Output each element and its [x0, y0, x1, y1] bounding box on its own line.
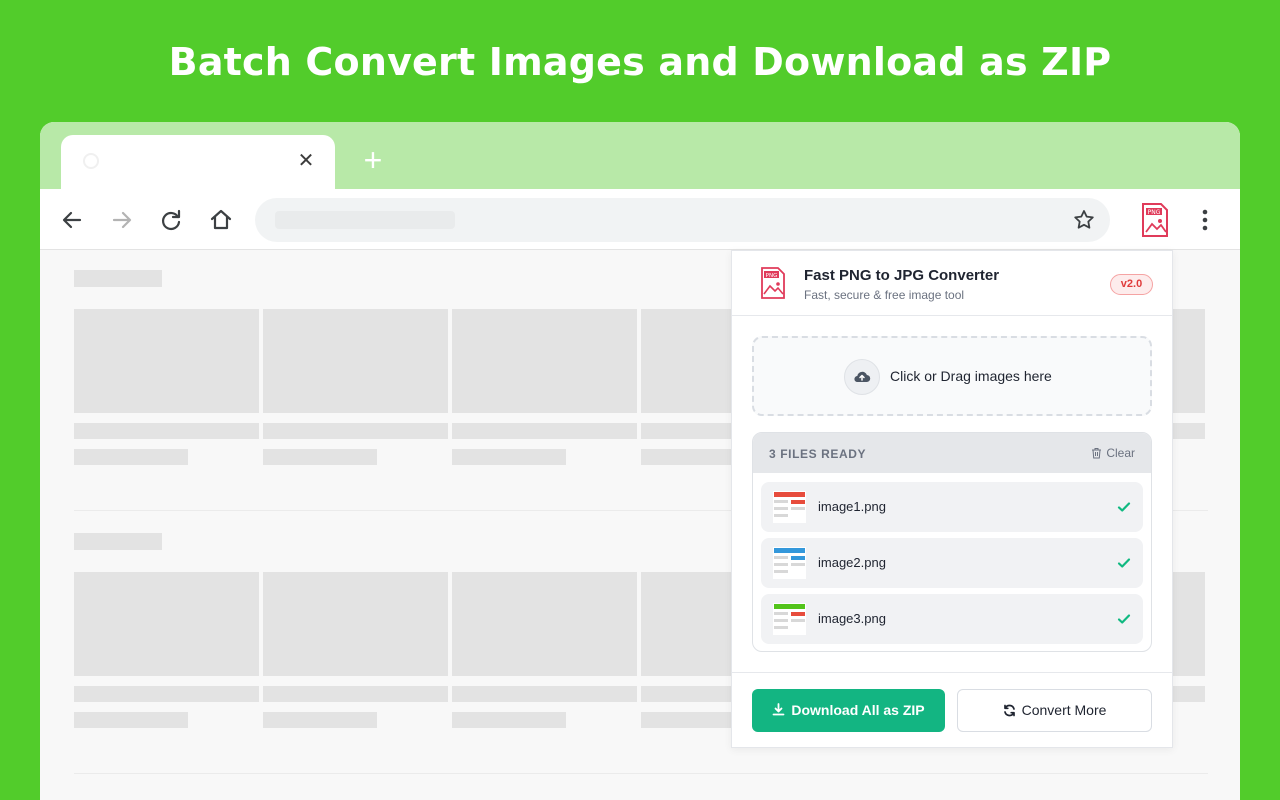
- file-name: image2.png: [818, 555, 886, 570]
- skeleton-line: [263, 712, 377, 728]
- file-name: image3.png: [818, 611, 886, 626]
- divider: [74, 773, 1208, 774]
- url-placeholder: [275, 211, 455, 229]
- footer-divider: [732, 672, 1172, 673]
- skeleton-line: [1170, 423, 1205, 439]
- check-icon: [1117, 558, 1131, 568]
- check-icon: [1117, 502, 1131, 512]
- skeleton-card: [263, 309, 448, 413]
- file-name: image1.png: [818, 499, 886, 514]
- skeleton-line: [263, 423, 448, 439]
- skeleton-heading: [74, 533, 162, 550]
- image-thumbnail: [773, 491, 806, 523]
- forward-arrow-icon[interactable]: [108, 206, 136, 234]
- convert-label: Convert More: [1021, 702, 1107, 718]
- skeleton-card: [1170, 309, 1205, 413]
- version-badge: v2.0: [1110, 274, 1153, 295]
- close-tab-icon[interactable]: ✕: [295, 150, 317, 172]
- file-list-panel: 3 FILES READY Clear image1.png image2.pn…: [752, 432, 1152, 652]
- reload-icon[interactable]: [157, 206, 185, 234]
- download-zip-button[interactable]: Download All as ZIP: [752, 689, 945, 732]
- skeleton-line: [263, 686, 448, 702]
- skeleton-line: [1170, 686, 1205, 702]
- png-file-icon: PNG: [760, 266, 786, 300]
- skeleton-card: [452, 309, 637, 413]
- new-tab-icon[interactable]: +: [359, 144, 387, 176]
- popup-subtitle: Fast, secure & free image tool: [804, 288, 965, 302]
- skeleton-card: [263, 572, 448, 676]
- bookmark-star-icon[interactable]: [1072, 208, 1096, 232]
- clear-button[interactable]: Clear: [1091, 446, 1135, 460]
- skeleton-heading: [74, 270, 162, 287]
- skeleton-line: [452, 449, 566, 465]
- browser-toolbar: PNG: [40, 189, 1240, 250]
- tab-bar: ✕ +: [40, 122, 1240, 189]
- skeleton-line: [74, 712, 188, 728]
- download-label: Download All as ZIP: [791, 702, 925, 718]
- files-count-label: 3 FILES READY: [769, 447, 867, 461]
- skeleton-line: [452, 712, 566, 728]
- skeleton-line: [263, 449, 377, 465]
- file-item: image2.png: [761, 538, 1143, 588]
- browser-menu-icon[interactable]: [1195, 207, 1215, 233]
- address-bar[interactable]: [255, 198, 1110, 242]
- back-arrow-icon[interactable]: [58, 206, 86, 234]
- favicon-icon: [83, 153, 99, 169]
- skeleton-card: [74, 309, 259, 413]
- image-thumbnail: [773, 603, 806, 635]
- popup-header: PNG Fast PNG to JPG Converter Fast, secu…: [732, 251, 1172, 316]
- skeleton-card: [452, 572, 637, 676]
- skeleton-line: [452, 686, 637, 702]
- convert-more-button[interactable]: Convert More: [957, 689, 1152, 732]
- skeleton-card: [74, 572, 259, 676]
- image-dropzone[interactable]: Click or Drag images here: [752, 336, 1152, 416]
- skeleton-card: [1170, 572, 1205, 676]
- svg-text:PNG: PNG: [1148, 209, 1161, 216]
- skeleton-line: [452, 423, 637, 439]
- cloud-upload-icon: [844, 359, 880, 395]
- file-item: image3.png: [761, 594, 1143, 644]
- dropzone-label: Click or Drag images here: [890, 368, 1052, 384]
- svg-text:PNG: PNG: [766, 273, 778, 279]
- clear-label: Clear: [1106, 446, 1135, 460]
- download-icon: [772, 703, 785, 716]
- home-icon[interactable]: [207, 206, 235, 234]
- popup-title: Fast PNG to JPG Converter: [804, 267, 1000, 284]
- refresh-icon: [1003, 704, 1015, 717]
- check-icon: [1117, 614, 1131, 624]
- extension-png-icon[interactable]: PNG: [1141, 202, 1169, 238]
- file-item: image1.png: [761, 482, 1143, 532]
- skeleton-line: [74, 423, 259, 439]
- image-thumbnail: [773, 547, 806, 579]
- file-list-header: 3 FILES READY Clear: [753, 433, 1151, 473]
- browser-tab[interactable]: ✕: [61, 135, 335, 189]
- extension-popup: PNG Fast PNG to JPG Converter Fast, secu…: [731, 250, 1173, 748]
- skeleton-line: [74, 449, 188, 465]
- trash-icon: [1092, 448, 1102, 459]
- page-headline: Batch Convert Images and Download as ZIP: [168, 40, 1112, 84]
- skeleton-line: [74, 686, 259, 702]
